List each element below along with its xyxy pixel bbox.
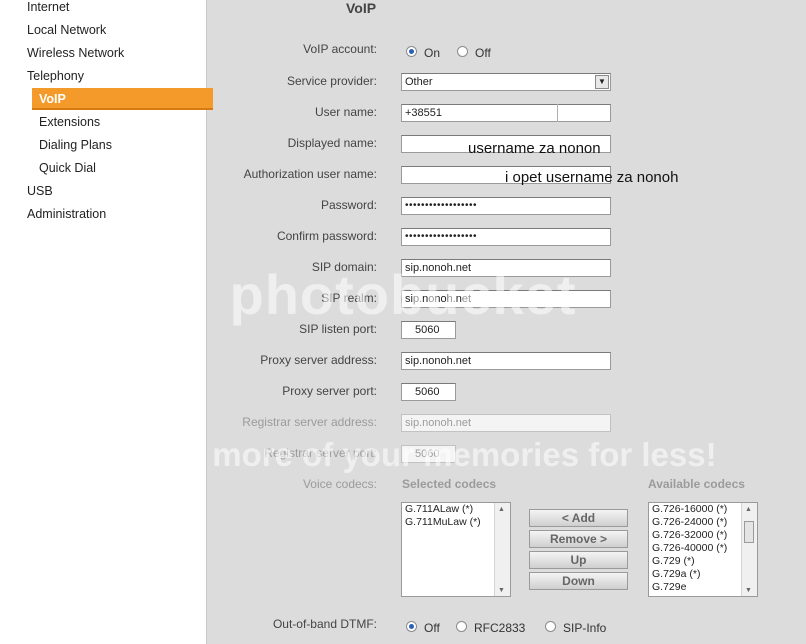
remove-codec-button[interactable]: Remove > xyxy=(529,530,628,548)
scroll-up-icon[interactable]: ▲ xyxy=(498,506,505,513)
voip-account-on-label: On xyxy=(424,46,441,60)
sip-domain-label: SIP domain: xyxy=(311,260,377,274)
registrar-server-port-label: Registrar server port: xyxy=(264,446,377,460)
available-codecs-list[interactable]: G.726-16000 (*) G.726-24000 (*) G.726-32… xyxy=(648,502,758,597)
sidebar-item-voip[interactable]: VoIP xyxy=(32,88,213,110)
sidebar-item-administration[interactable]: Administration xyxy=(27,207,106,221)
scroll-down-icon[interactable]: ▼ xyxy=(498,587,505,594)
dtmf-off-radio[interactable] xyxy=(406,621,417,632)
dtmf-rfc2833-radio[interactable] xyxy=(456,621,467,632)
registrar-server-port-input[interactable]: 5060 xyxy=(401,445,456,463)
sip-domain-input[interactable]: sip.nonoh.net xyxy=(401,259,611,277)
user-name-label: User name: xyxy=(314,105,377,119)
sidebar-item-extensions[interactable]: Extensions xyxy=(39,115,100,129)
dtmf-sip-info-radio[interactable] xyxy=(545,621,556,632)
sip-realm-label: SIP realm: xyxy=(321,291,377,305)
voice-codecs-label: Voice codecs: xyxy=(302,477,377,491)
selected-codecs-list[interactable]: G.711ALaw (*) G.711MuLaw (*) ▲ ▼ xyxy=(401,502,511,597)
scroll-down-icon[interactable]: ▼ xyxy=(745,587,752,594)
scrollbar[interactable]: ▲ ▼ xyxy=(741,503,757,596)
available-codecs-heading: Available codecs xyxy=(648,477,745,491)
sip-listen-port-label: SIP listen port: xyxy=(299,322,377,336)
move-down-button[interactable]: Down xyxy=(529,572,628,590)
voip-account-on-radio[interactable] xyxy=(406,46,417,57)
service-provider-select[interactable]: Other ▼ xyxy=(401,73,611,91)
voip-account-off-label: Off xyxy=(475,46,491,60)
service-provider-label: Service provider: xyxy=(286,74,377,88)
sidebar-item-internet[interactable]: Internet xyxy=(27,0,69,14)
page-title: VoIP xyxy=(346,0,377,16)
sidebar-item-dialing-plans[interactable]: Dialing Plans xyxy=(39,138,112,152)
annotation-username-note: username za nonon xyxy=(468,140,601,157)
password-label: Password: xyxy=(320,198,377,212)
confirm-password-label: Confirm password: xyxy=(276,229,377,243)
displayed-name-label: Displayed name: xyxy=(287,136,377,150)
dtmf-sip-info-label: SIP-Info xyxy=(563,621,607,635)
proxy-server-address-label: Proxy server address: xyxy=(260,353,377,367)
password-input[interactable]: •••••••••••••••••• xyxy=(401,197,611,215)
registrar-server-address-input[interactable]: sip.nonoh.net xyxy=(401,414,611,432)
sidebar-item-wireless-network[interactable]: Wireless Network xyxy=(27,46,124,60)
sip-realm-input[interactable]: sip.nonoh.net xyxy=(401,290,611,308)
proxy-server-port-input[interactable]: 5060 xyxy=(401,383,456,401)
auth-user-name-label: Authorization user name: xyxy=(243,167,377,181)
sidebar-nav: Internet Local Network Wireless Network … xyxy=(0,0,213,644)
sip-listen-port-input[interactable]: 5060 xyxy=(401,321,456,339)
field-divider xyxy=(557,104,558,122)
user-name-input[interactable]: +38551 xyxy=(401,104,611,122)
add-codec-button[interactable]: < Add xyxy=(529,509,628,527)
scroll-up-icon[interactable]: ▲ xyxy=(745,506,752,513)
sidebar-item-local-network[interactable]: Local Network xyxy=(27,23,106,37)
sidebar-item-telephony[interactable]: Telephony xyxy=(27,69,84,83)
service-provider-value: Other xyxy=(405,76,433,88)
scrollbar[interactable]: ▲ ▼ xyxy=(494,503,510,596)
registrar-server-address-label: Registrar server address: xyxy=(242,415,377,429)
dtmf-rfc2833-label: RFC2833 xyxy=(474,621,526,635)
sidebar-item-usb[interactable]: USB xyxy=(27,184,53,198)
annotation-auth-username-note: i opet username za nonoh xyxy=(505,169,679,186)
dtmf-label: Out-of-band DTMF: xyxy=(272,617,377,631)
selected-codecs-heading: Selected codecs xyxy=(402,477,497,491)
voip-account-off-radio[interactable] xyxy=(457,46,468,57)
sidebar-item-quick-dial[interactable]: Quick Dial xyxy=(39,161,96,175)
proxy-server-port-label: Proxy server port: xyxy=(282,384,377,398)
scroll-thumb[interactable] xyxy=(744,521,754,543)
chevron-down-icon[interactable]: ▼ xyxy=(595,75,609,89)
proxy-server-address-input[interactable]: sip.nonoh.net xyxy=(401,352,611,370)
move-up-button[interactable]: Up xyxy=(529,551,628,569)
confirm-password-input[interactable]: •••••••••••••••••• xyxy=(401,228,611,246)
dtmf-off-label: Off xyxy=(424,621,440,635)
voip-account-label: VoIP account: xyxy=(303,42,377,56)
